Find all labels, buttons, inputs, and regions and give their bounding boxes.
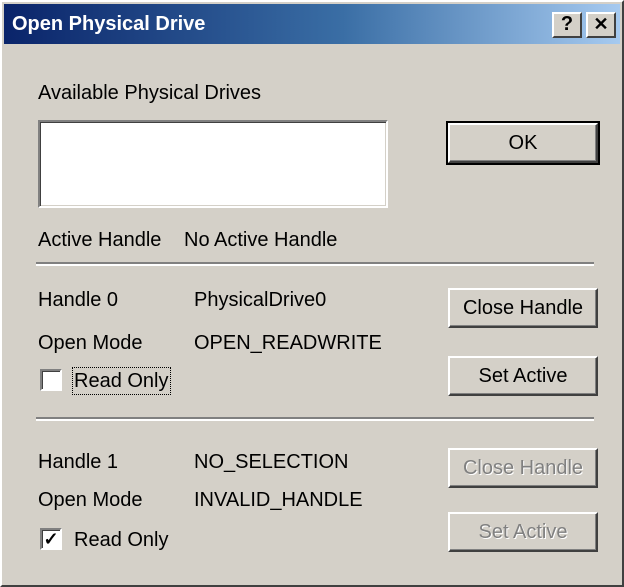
ok-button[interactable]: OK xyxy=(446,121,600,165)
window-title: Open Physical Drive xyxy=(12,13,206,35)
help-button[interactable]: ? xyxy=(552,12,582,38)
handle0-label: Handle 0 xyxy=(38,289,119,311)
separator-2 xyxy=(36,417,594,421)
title-bar[interactable]: Open Physical Drive ? ✕ xyxy=(4,4,620,44)
handle1-read-only-label[interactable]: Read Only xyxy=(74,528,169,552)
handle0-open-mode-value: OPEN_READWRITE xyxy=(194,332,382,354)
separator-1 xyxy=(36,262,594,266)
handle0-set-active-button[interactable]: Set Active xyxy=(448,356,598,396)
handle0-read-only-label[interactable]: Read Only xyxy=(72,367,171,395)
close-icon[interactable]: ✕ xyxy=(586,12,616,38)
handle0-open-mode-label: Open Mode xyxy=(38,332,143,354)
open-physical-drive-dialog: Open Physical Drive ? ✕ Available Physic… xyxy=(0,0,624,587)
handle1-read-only-checkbox[interactable]: ✓ xyxy=(40,528,62,550)
available-drives-label: Available Physical Drives xyxy=(38,82,262,104)
handle0-close-handle-button[interactable]: Close Handle xyxy=(448,288,598,328)
handle1-close-handle-button[interactable]: Close Handle xyxy=(448,448,598,488)
active-handle-value: No Active Handle xyxy=(184,229,338,251)
handle1-drive-value: NO_SELECTION xyxy=(194,451,349,473)
handle1-set-active-button[interactable]: Set Active xyxy=(448,512,598,552)
handle1-open-mode-value: INVALID_HANDLE xyxy=(194,489,363,511)
handle0-read-only-checkbox[interactable] xyxy=(40,369,62,391)
available-drives-listbox[interactable] xyxy=(38,120,388,208)
handle1-open-mode-label: Open Mode xyxy=(38,489,143,511)
active-handle-label: Active Handle xyxy=(38,229,162,251)
handle0-drive-value: PhysicalDrive0 xyxy=(194,289,327,311)
handle1-label: Handle 1 xyxy=(38,451,119,473)
